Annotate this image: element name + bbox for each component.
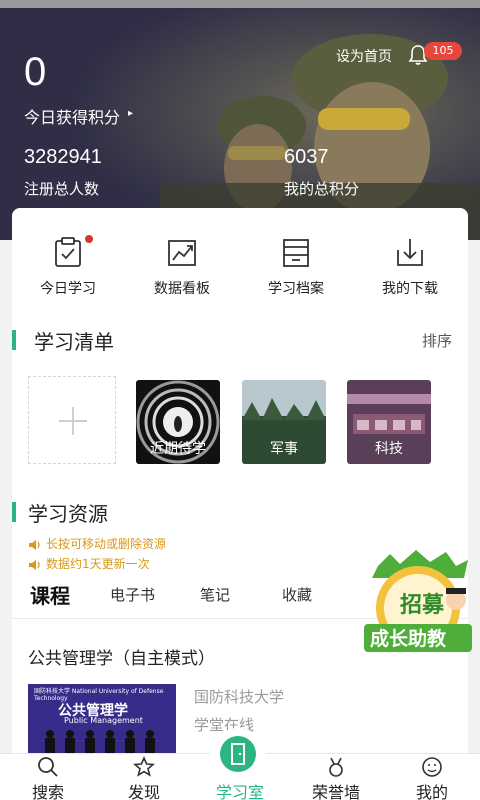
- study-list-title: 学习清单: [34, 330, 114, 354]
- nav-discover[interactable]: 发现: [96, 754, 192, 800]
- clipboard-check-icon: [55, 237, 81, 267]
- notification-badge: 105: [424, 42, 462, 60]
- tab-courses[interactable]: 课程: [30, 580, 70, 609]
- study-list-tile-technology[interactable]: 科技: [347, 380, 431, 464]
- quick-today-study[interactable]: 今日学习: [13, 235, 123, 298]
- search-icon: [38, 757, 58, 777]
- resources-title: 学习资源: [28, 502, 108, 526]
- medal-icon: [329, 757, 343, 777]
- quick-label: 数据看板: [154, 281, 210, 297]
- user-face-icon: [422, 757, 442, 777]
- section-accent-bar: [12, 502, 16, 522]
- course-organization: 国防科技大学: [194, 688, 285, 706]
- main-card: 今日学习 数据看板 学习档案 我的下载 学习清单 排序 近期待学 军事 科技 学…: [12, 208, 468, 753]
- sort-button[interactable]: 排序: [422, 330, 452, 351]
- registered-users-value: 3282941: [24, 146, 102, 168]
- bottom-nav: 搜索 发现 学习室 荣誉墙 我的: [0, 728, 480, 800]
- registered-users-label: 注册总人数: [24, 180, 100, 198]
- trend-chart-icon: [168, 240, 196, 266]
- today-score-label[interactable]: 今日获得积分: [24, 104, 120, 128]
- tile-label: 科技: [375, 441, 403, 457]
- study-list-tile-military[interactable]: 军事: [242, 380, 326, 464]
- recruit-assistant-promo[interactable]: 招募 成长助教: [360, 548, 476, 668]
- study-list-tile-recent[interactable]: 近期待学: [136, 380, 220, 464]
- tab-notes[interactable]: 笔记: [200, 584, 230, 605]
- status-bar: [0, 0, 480, 8]
- quick-study-archive[interactable]: 学习档案: [241, 236, 351, 298]
- tile-label: 近期待学: [150, 441, 206, 457]
- nav-label: 发现: [127, 783, 160, 800]
- thumb-subtitle: Public Management: [64, 716, 143, 725]
- quick-label: 学习档案: [268, 281, 324, 297]
- tile-label: 军事: [270, 441, 298, 457]
- promo-line1: 招募: [400, 593, 445, 618]
- download-tray-icon: [397, 239, 423, 266]
- tip-text: 长按可移动或删除资源: [46, 537, 167, 551]
- nav-honor-wall[interactable]: 荣誉墙: [288, 754, 384, 800]
- nav-study-room[interactable]: 学习室: [192, 754, 288, 800]
- nav-label: 我的: [415, 783, 448, 800]
- quick-label: 今日学习: [40, 281, 96, 297]
- quick-my-downloads[interactable]: 我的下载: [355, 236, 465, 298]
- plus-icon: [59, 407, 87, 435]
- set-home-link[interactable]: 设为首页: [336, 46, 392, 66]
- nav-label: 搜索: [31, 783, 64, 800]
- quick-label: 我的下载: [382, 281, 438, 297]
- nav-label: 学习室: [215, 783, 264, 800]
- nav-search[interactable]: 搜索: [0, 754, 96, 800]
- course-title[interactable]: 公共管理学（自主模式）: [28, 644, 215, 669]
- archive-box-icon: [283, 239, 309, 267]
- my-total-points-label: 我的总积分: [284, 180, 360, 198]
- tip-move-delete: 长按可移动或删除资源: [28, 535, 166, 552]
- tab-ebooks[interactable]: 电子书: [110, 584, 155, 605]
- tip-update-frequency: 数据约1天更新一次: [28, 555, 150, 572]
- people-silhouette-image: [45, 730, 155, 753]
- my-total-points-value: 6037: [284, 146, 329, 168]
- speaker-icon: [29, 559, 40, 570]
- caret-right-icon[interactable]: ▸: [128, 108, 133, 119]
- tab-favorites[interactable]: 收藏: [282, 584, 312, 605]
- promo-line2: 成长助教: [370, 627, 447, 650]
- star-icon: [133, 756, 155, 777]
- nav-label: 荣誉墙: [311, 783, 360, 800]
- nav-me[interactable]: 我的: [384, 754, 480, 800]
- speaker-icon: [29, 539, 40, 550]
- quick-data-board[interactable]: 数据看板: [127, 236, 237, 298]
- section-accent-bar: [12, 330, 16, 350]
- today-score-value: 0: [24, 50, 47, 94]
- course-thumbnail[interactable]: 国防科技大学 National University of Defense Te…: [28, 684, 176, 753]
- blank-spacer-icon: [229, 756, 251, 778]
- unread-dot: [85, 235, 93, 243]
- add-study-list-button[interactable]: [28, 376, 116, 464]
- tip-text: 数据约1天更新一次: [46, 557, 150, 571]
